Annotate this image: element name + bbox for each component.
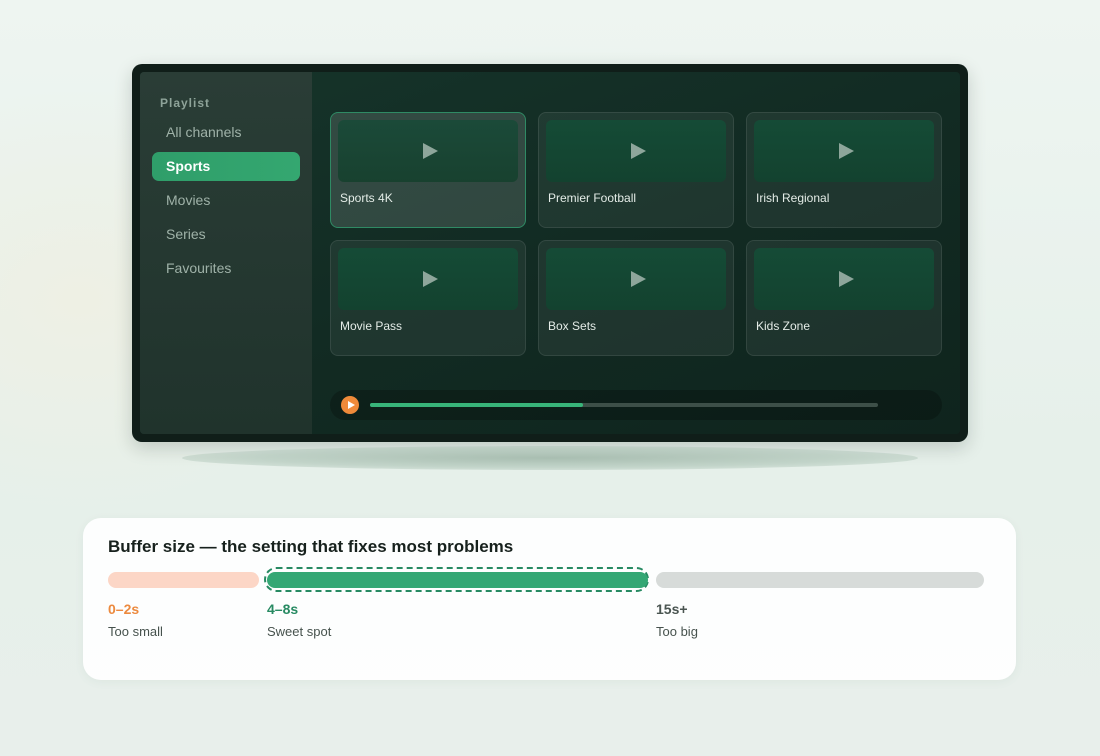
buffer-value-too-small: 0–2s (108, 601, 140, 617)
channel-card-irish-regional[interactable]: Irish Regional (746, 112, 942, 228)
buffer-label-too-big: Too big (656, 624, 698, 639)
sidebar-nav: All channels Sports Movies Series Favourites (140, 118, 312, 283)
channel-thumbnail (338, 248, 518, 310)
channel-label: Irish Regional (756, 191, 830, 205)
sidebar: Playlist All channels Sports Movies Series F… (140, 72, 312, 434)
progress-track[interactable] (370, 403, 878, 407)
tv-screen: Playlist All channels Sports Movies Series F… (140, 72, 960, 434)
tv-frame: Playlist All channels Sports Movies Series F… (132, 64, 968, 442)
play-icon (630, 271, 646, 287)
sidebar-item-movies[interactable]: Movies (152, 186, 300, 215)
channel-area: Sports 4K Premier Football Irish Regional M… (312, 72, 960, 434)
sidebar-item-sports[interactable]: Sports (152, 152, 300, 181)
channel-label: Movie Pass (340, 319, 403, 333)
channel-card-box-sets[interactable]: Box Sets (538, 240, 734, 356)
channel-grid: Sports 4K Premier Football Irish Regional M… (330, 112, 942, 356)
sidebar-item-all-channels[interactable]: All channels (152, 118, 300, 147)
buffer-value-too-big: 15s+ (656, 601, 688, 617)
channel-label: Box Sets (548, 319, 597, 333)
player-bar (330, 390, 942, 420)
play-icon (630, 143, 646, 159)
buffer-bar-sweet-spot (267, 572, 648, 588)
channel-card-movie-pass[interactable]: Movie Pass (330, 240, 526, 356)
channel-label: Kids Zone (756, 319, 811, 333)
progress-fill (370, 403, 584, 407)
channel-thumbnail (754, 248, 934, 310)
channel-label: Sports 4K (340, 191, 393, 205)
play-icon (422, 271, 438, 287)
sidebar-item-series[interactable]: Series (152, 220, 300, 249)
channel-thumbnail (546, 120, 726, 182)
buffer-bar-too-small (108, 572, 259, 588)
sidebar-item-favourites[interactable]: Favourites (152, 254, 300, 283)
channel-thumbnail (338, 120, 518, 182)
channel-thumbnail (754, 120, 934, 182)
channel-label: Premier Football (548, 191, 637, 205)
channel-card-sports-4k[interactable]: Sports 4K (330, 112, 526, 228)
buffer-label-too-small: Too small (108, 624, 163, 639)
tv-shadow (182, 446, 918, 470)
buffer-bar-too-big (656, 572, 984, 588)
buffer-value-sweet-spot: 4–8s (267, 601, 299, 617)
play-icon (838, 143, 854, 159)
buffer-title: Buffer size — the setting that fixes mos… (108, 537, 514, 556)
play-icon (422, 143, 438, 159)
buffer-size-card: Buffer size — the setting that fixes mos… (83, 518, 1016, 680)
buffer-label-sweet-spot: Sweet spot (267, 624, 332, 639)
channel-card-kids-zone[interactable]: Kids Zone (746, 240, 942, 356)
play-icon (838, 271, 854, 287)
sidebar-title: Playlist (160, 96, 211, 110)
channel-card-premier-football[interactable]: Premier Football (538, 112, 734, 228)
channel-thumbnail (546, 248, 726, 310)
play-icon[interactable] (341, 396, 359, 414)
